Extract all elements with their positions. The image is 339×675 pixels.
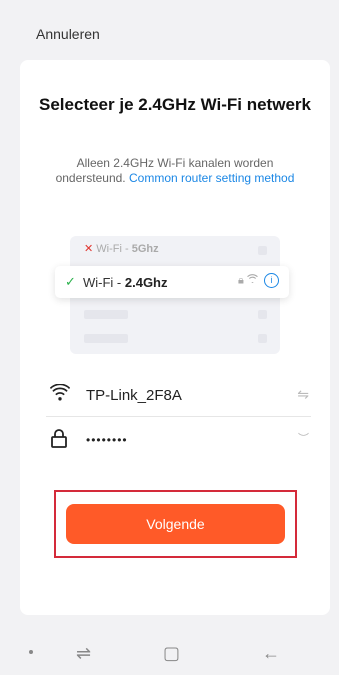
system-nav-bar: ⇌ ▢ ← bbox=[0, 633, 339, 675]
next-button-highlight: Volgende bbox=[54, 490, 297, 558]
wifi-5g-row: ✕ Wi-Fi - 5Ghz bbox=[84, 243, 159, 255]
password-field[interactable]: •••••••• ︶ bbox=[46, 420, 311, 460]
next-button[interactable]: Volgende bbox=[66, 504, 285, 544]
recent-apps-icon[interactable]: ⇌ bbox=[76, 643, 91, 664]
lock-icon: 🔒︎ bbox=[238, 274, 244, 287]
wifi-icon bbox=[49, 383, 71, 404]
cancel-button[interactable]: Annuleren bbox=[36, 26, 100, 42]
ssid-field[interactable]: TP-Link_2F8A ⇋ bbox=[46, 376, 311, 417]
placeholder-square bbox=[258, 246, 267, 255]
info-icon: i bbox=[264, 273, 279, 288]
top-bar: Annuleren bbox=[0, 0, 339, 60]
x-icon: ✕ bbox=[84, 243, 94, 255]
row-icons: 🔒︎ i bbox=[238, 273, 279, 288]
ssid-value[interactable]: TP-Link_2F8A bbox=[86, 387, 182, 404]
placeholder-square bbox=[258, 334, 267, 343]
page-title: Selecteer je 2.4GHz Wi-Fi netwerk bbox=[39, 95, 311, 114]
placeholder-bar bbox=[84, 310, 128, 319]
nav-dot-icon bbox=[29, 650, 33, 654]
show-password-icon[interactable]: ︶ bbox=[298, 430, 309, 446]
password-value[interactable]: •••••••• bbox=[86, 433, 128, 447]
wifi-24g-label: Wi-Fi - 2.4Ghz bbox=[83, 275, 168, 290]
router-setting-link[interactable]: Common router setting method bbox=[129, 171, 294, 185]
placeholder-square bbox=[258, 310, 267, 319]
wifi-icon bbox=[247, 274, 261, 286]
lock-icon bbox=[50, 428, 70, 448]
switch-network-icon[interactable]: ⇋ bbox=[297, 386, 309, 403]
check-icon: ✓ bbox=[65, 274, 76, 289]
wifi-24g-row: ✓ Wi-Fi - 2.4Ghz 🔒︎ i bbox=[55, 266, 289, 298]
subtitle: Alleen 2.4GHz Wi-Fi kanalen worden onder… bbox=[50, 156, 300, 186]
placeholder-bar bbox=[84, 334, 128, 343]
wifi-setup-card: Selecteer je 2.4GHz Wi-Fi netwerk Alleen… bbox=[20, 60, 330, 615]
home-icon[interactable]: ▢ bbox=[163, 643, 180, 664]
back-icon[interactable]: ← bbox=[262, 643, 280, 664]
